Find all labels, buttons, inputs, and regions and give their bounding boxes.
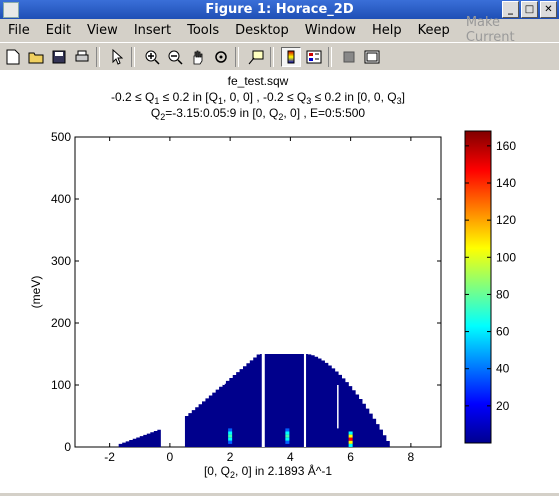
- colorbar-tick-label-0: 20: [496, 399, 510, 413]
- x-tick-label-4: 6: [347, 450, 354, 464]
- zoom-in-icon[interactable]: [142, 47, 162, 67]
- y-tick-label-4: 400: [51, 192, 71, 206]
- x-axis-label: [0, Q2, 0] in 2.1893 Å^-1: [204, 463, 332, 480]
- hotspot-2-seg-2: [348, 437, 353, 441]
- y-axis-label: (meV): [29, 276, 43, 309]
- hotspot-0-seg-0: [228, 428, 233, 432]
- x-tick-label-0: -2: [104, 450, 115, 464]
- hotspot-1-seg-3: [285, 437, 290, 441]
- colorbar-tick-label-2: 60: [496, 325, 510, 339]
- hotspot-2-seg-3: [348, 440, 353, 444]
- hotspot-2-seg-4: [348, 443, 353, 447]
- show-plot-tools-icon[interactable]: [362, 47, 382, 67]
- menu-view[interactable]: View: [79, 23, 126, 38]
- data-gap-0: [261, 354, 265, 447]
- menu-window[interactable]: Window: [297, 23, 364, 38]
- hotspot-0-seg-4: [228, 440, 233, 444]
- new-file-icon[interactable]: [3, 47, 23, 67]
- hotspot-1-seg-4: [285, 440, 290, 444]
- title-line-1: fe_test.sqw: [228, 74, 289, 88]
- data-cursor-icon[interactable]: [246, 47, 266, 67]
- figure-canvas: fe_test.sqw -0.2 ≤ Q1 ≤ 0.2 in [Q1, 0, 0]…: [0, 70, 559, 493]
- y-tick-label-1: 100: [51, 378, 71, 392]
- menu-insert[interactable]: Insert: [126, 23, 179, 38]
- y-tick-label-3: 300: [51, 254, 71, 268]
- menu-file[interactable]: File: [0, 23, 38, 38]
- hotspot-1-seg-2: [285, 434, 290, 438]
- y-tick-label-5: 500: [51, 130, 71, 144]
- zoom-out-icon[interactable]: [165, 47, 185, 67]
- menu-edit[interactable]: Edit: [38, 23, 79, 38]
- hotspot-2-seg-1: [348, 434, 353, 438]
- colorbar-tick-label-6: 140: [496, 176, 516, 190]
- pan-hand-icon[interactable]: [188, 47, 208, 67]
- data-gap-1: [222, 366, 225, 385]
- open-folder-icon[interactable]: [26, 47, 46, 67]
- hotspot-0-seg-3: [228, 437, 233, 441]
- hide-plot-tools-icon[interactable]: [339, 47, 359, 67]
- menu-desktop[interactable]: Desktop: [227, 23, 297, 38]
- heatmap-plot[interactable]: fe_test.sqw -0.2 ≤ Q1 ≤ 0.2 in [Q1, 0, 0]…: [0, 70, 559, 493]
- title-line-2: -0.2 ≤ Q1 ≤ 0.2 in [Q1, 0, 0] , -0.2 ≤ Q…: [111, 90, 405, 106]
- x-tick-label-3: 4: [287, 450, 294, 464]
- data-gap-3: [337, 385, 339, 429]
- rotate-icon[interactable]: [211, 47, 231, 67]
- save-icon[interactable]: [49, 47, 69, 67]
- hotspot-0-seg-1: [228, 431, 233, 435]
- y-tick-label-0: 0: [64, 440, 71, 454]
- x-tick-label-2: 2: [227, 450, 234, 464]
- colorbar-tick-label-7: 160: [496, 139, 516, 153]
- menu-keep[interactable]: Keep: [410, 23, 458, 38]
- x-tick-label-5: 8: [408, 450, 415, 464]
- y-tick-label-2: 200: [51, 316, 71, 330]
- x-tick-label-1: 0: [167, 450, 174, 464]
- hotspot-2-seg-0: [348, 431, 353, 435]
- data-gap-2: [303, 354, 307, 447]
- hotspot-0-seg-2: [228, 434, 233, 438]
- colorbar: [464, 130, 492, 444]
- menu-tools[interactable]: Tools: [179, 23, 227, 38]
- colorbar-icon[interactable]: [281, 46, 301, 67]
- colorbar-tick-label-4: 100: [496, 250, 516, 264]
- toolbar: [0, 42, 559, 71]
- print-icon[interactable]: [72, 47, 92, 67]
- colorbar-tick-label-5: 120: [496, 213, 516, 227]
- menu-make-current[interactable]: Make Current: [458, 15, 559, 45]
- legend-icon[interactable]: [304, 47, 324, 67]
- colorbar-tick-label-1: 40: [496, 362, 510, 376]
- hotspot-1-seg-1: [285, 431, 290, 435]
- pointer-icon[interactable]: [107, 47, 127, 67]
- colorbar-tick-label-3: 80: [496, 287, 510, 301]
- hotspot-1-seg-0: [285, 428, 290, 432]
- menu-bar: File Edit View Insert Tools Desktop Wind…: [0, 15, 559, 45]
- menu-help[interactable]: Help: [364, 23, 410, 38]
- title-line-3: Q2=-3.15:0.05:9 in [0, Q2, 0] , E=0:5:50…: [151, 106, 366, 122]
